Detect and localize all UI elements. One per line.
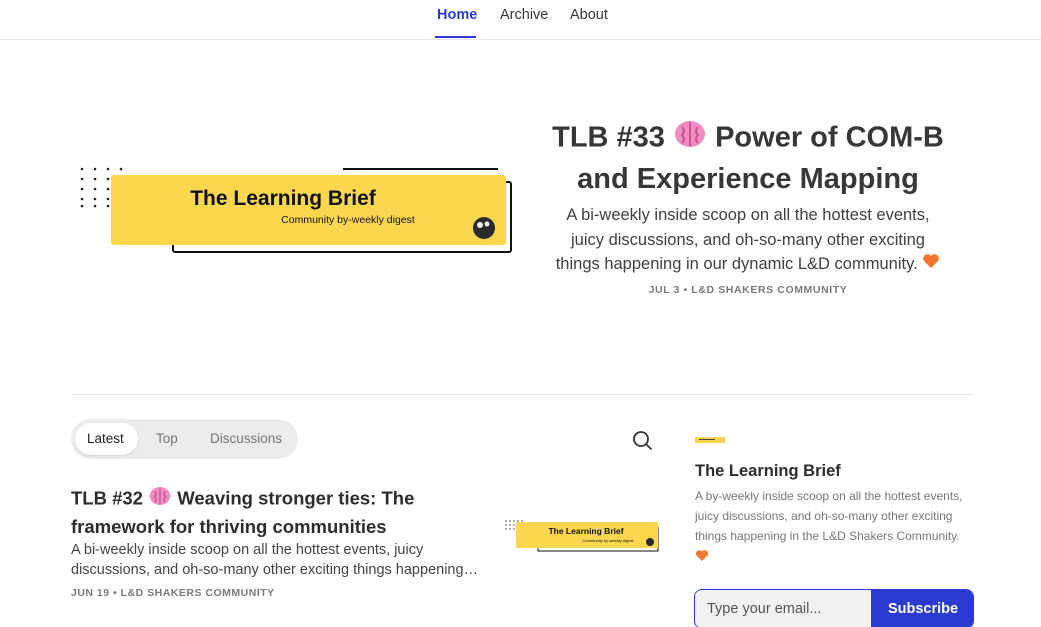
publication-title: The Learning Brief bbox=[695, 462, 841, 480]
nav-active-indicator bbox=[435, 36, 476, 38]
hero-post-title[interactable]: TLB #33 Power of COM-B and Experience Ma… bbox=[548, 118, 948, 198]
brain-icon bbox=[148, 485, 172, 514]
brain-icon bbox=[673, 118, 707, 160]
post-description: A bi-weekly inside scoop on all the hott… bbox=[71, 542, 479, 578]
post-meta: JUN 19 • L&D SHAKERS COMMUNITY bbox=[71, 587, 275, 599]
post-thumbnail[interactable]: The Learning Brief Community by-weekly d… bbox=[503, 517, 663, 555]
hero-post-image[interactable]: The Learning Brief Community by-weekly d… bbox=[78, 165, 518, 260]
nav-about[interactable]: About bbox=[570, 7, 608, 23]
tab-latest[interactable]: Latest bbox=[87, 431, 124, 446]
nav-home[interactable]: Home bbox=[437, 7, 477, 23]
publication-logo bbox=[695, 431, 727, 443]
svg-text:The Learning Brief: The Learning Brief bbox=[190, 187, 377, 210]
subscribe-form: Subscribe bbox=[694, 589, 974, 627]
nav-archive[interactable]: Archive bbox=[500, 7, 548, 23]
email-field[interactable] bbox=[695, 590, 871, 627]
feed-tabs: Latest Top Discussions bbox=[71, 419, 298, 459]
svg-text:The Learning Brief: The Learning Brief bbox=[548, 526, 623, 536]
orange-heart-icon bbox=[922, 252, 940, 277]
svg-text:Community by-weekly digest: Community by-weekly digest bbox=[281, 214, 415, 226]
hero-post-description: A bi-weekly inside scoop on all the hott… bbox=[548, 203, 948, 277]
subscribe-button[interactable]: Subscribe bbox=[871, 590, 973, 627]
tab-top[interactable]: Top bbox=[156, 431, 178, 446]
svg-text:Community by-weekly digest: Community by-weekly digest bbox=[583, 538, 635, 543]
publication-description: A by-weekly inside scoop on all the hott… bbox=[695, 489, 963, 543]
post-title[interactable]: TLB #32 Weaving stronger ties: The frame… bbox=[71, 485, 471, 540]
orange-heart-icon bbox=[695, 549, 709, 563]
hero-post-meta: JUL 3 • L&D SHAKERS COMMUNITY bbox=[648, 284, 848, 296]
top-navigation: Home Archive About bbox=[0, 0, 1041, 40]
tab-discussions[interactable]: Discussions bbox=[210, 431, 282, 446]
section-divider bbox=[71, 394, 974, 395]
search-icon[interactable] bbox=[630, 428, 654, 452]
